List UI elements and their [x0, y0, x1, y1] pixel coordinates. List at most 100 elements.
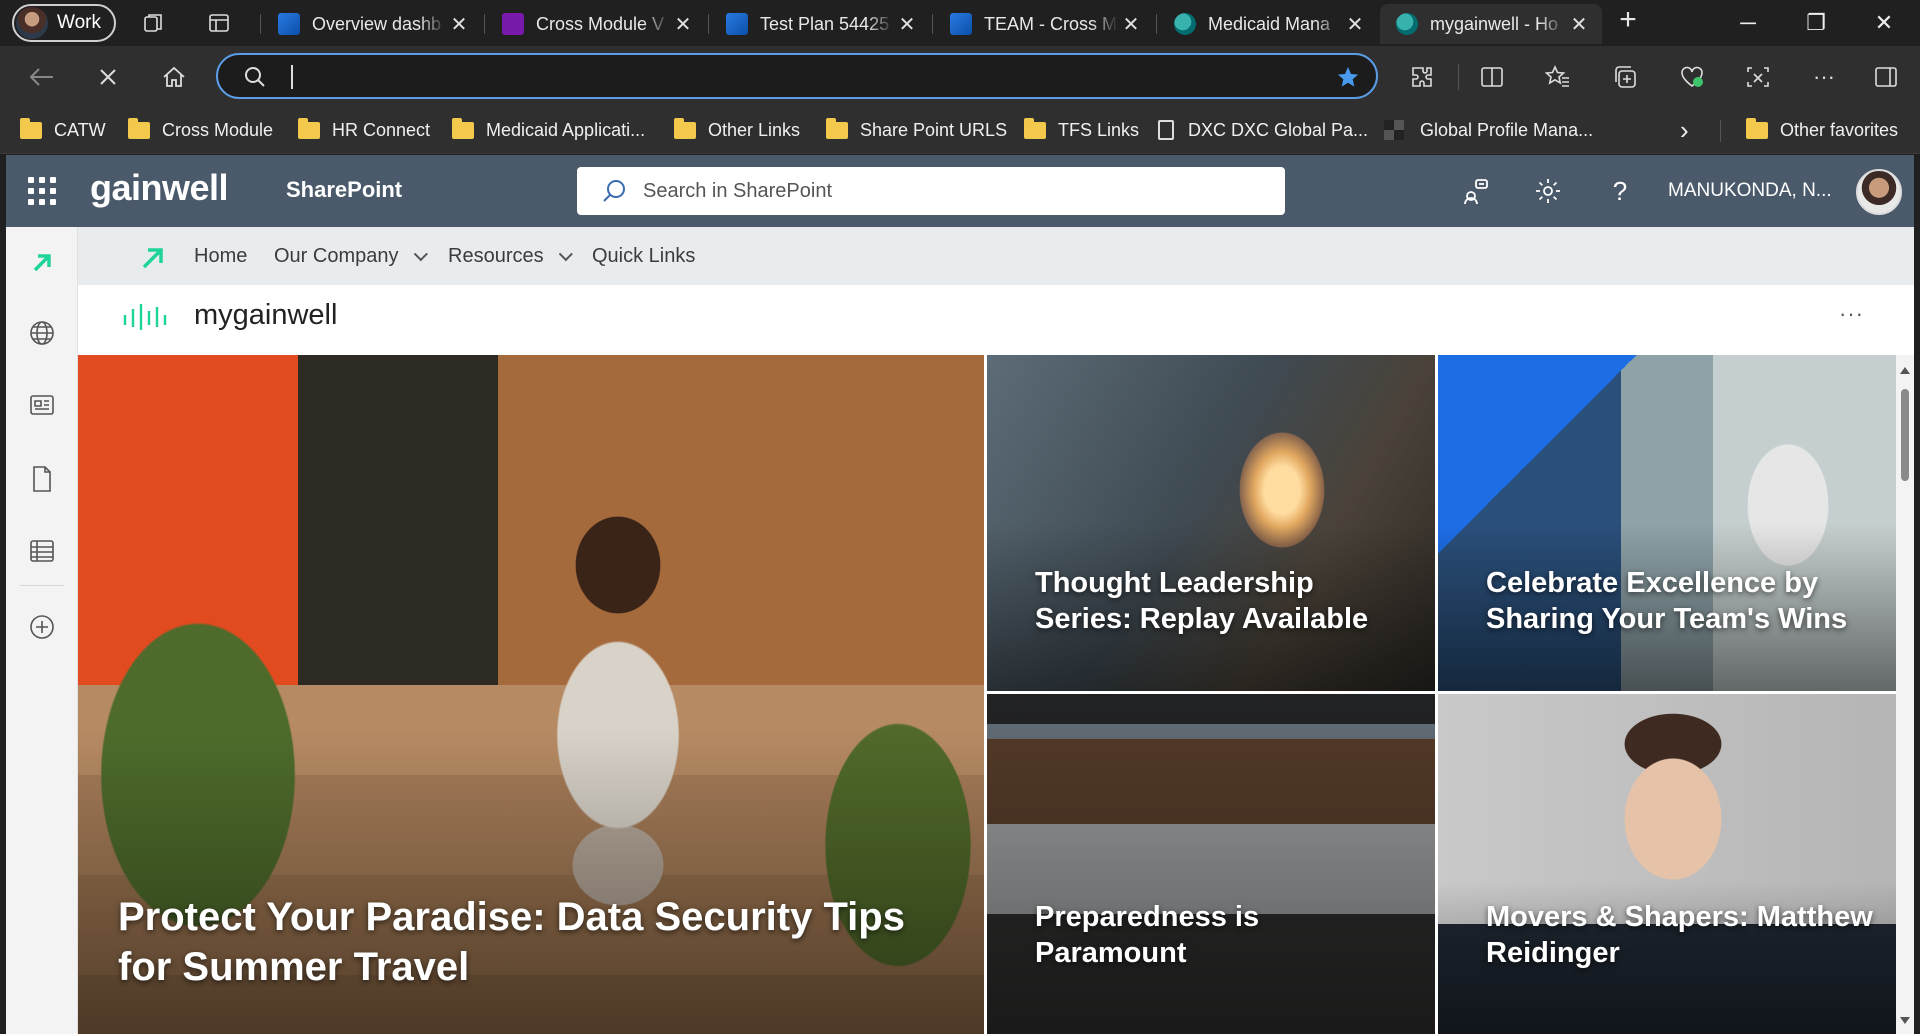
- favorite-catw[interactable]: CATW: [20, 115, 106, 145]
- stop-loading-button[interactable]: [90, 60, 126, 94]
- new-tab-button[interactable]: +: [1614, 3, 1642, 36]
- tab-close-icon[interactable]: ✕: [446, 12, 472, 37]
- scroll-thumb[interactable]: [1901, 389, 1909, 481]
- vertical-tabs-icon[interactable]: [205, 9, 233, 37]
- settings-more-icon[interactable]: ···: [1806, 60, 1842, 94]
- folder-icon: [1746, 117, 1768, 139]
- screenshot-icon[interactable]: [1740, 60, 1776, 94]
- profile-label: Work: [57, 12, 101, 33]
- workspaces-icon[interactable]: [140, 9, 168, 37]
- site-logo-bars-icon[interactable]: [122, 301, 172, 338]
- hero-tile-thought-leadership[interactable]: Thought Leadership Series: Replay Availa…: [987, 355, 1435, 691]
- nav-our-company[interactable]: Our Company: [274, 245, 428, 268]
- hero-tile-title: Celebrate Excellence by Sharing Your Tea…: [1486, 567, 1848, 636]
- favorite-share-point-urls[interactable]: Share Point URLS: [826, 115, 1007, 145]
- favorite-other-favorites[interactable]: Other favorites: [1746, 115, 1898, 145]
- search-box[interactable]: [577, 167, 1285, 215]
- favorites-overflow-chevron-icon[interactable]: ›: [1680, 115, 1689, 145]
- app-launcher-icon[interactable]: [28, 177, 56, 205]
- hub-logo-arrow-icon[interactable]: [140, 245, 166, 276]
- tab-medicaid-management[interactable]: Medicaid Mana ✕: [1158, 4, 1378, 44]
- user-name[interactable]: MANUKONDA, N...: [1668, 180, 1832, 202]
- onenote-icon: [502, 13, 524, 35]
- favorite-dxc-global[interactable]: DXC DXC Global Pa...: [1158, 115, 1368, 145]
- nav-resources[interactable]: Resources: [448, 245, 573, 268]
- tab-close-icon[interactable]: ✕: [670, 12, 696, 37]
- extensions-icon[interactable]: [1404, 60, 1440, 94]
- favorite-hr-connect[interactable]: HR Connect: [298, 115, 430, 145]
- nav-quick-links[interactable]: Quick Links: [592, 245, 695, 268]
- news-icon[interactable]: [24, 387, 60, 423]
- favorites-icon[interactable]: [1540, 60, 1576, 94]
- tab-mygainwell-active[interactable]: mygainwell - Ho ✕: [1380, 4, 1602, 44]
- favorite-cross-module[interactable]: Cross Module: [128, 115, 273, 145]
- tab-separator: [484, 14, 485, 34]
- site-title[interactable]: mygainwell: [194, 299, 337, 332]
- folder-icon: [128, 117, 150, 139]
- page-scrollbar[interactable]: [1896, 355, 1914, 1034]
- profile-button[interactable]: Work: [12, 4, 116, 42]
- nav-home[interactable]: Home: [194, 245, 247, 268]
- favorite-medicaid-applications[interactable]: Medicaid Applicati...: [452, 115, 645, 145]
- sharepoint-icon: [1396, 13, 1418, 35]
- favorite-label: Other favorites: [1780, 119, 1899, 140]
- create-plus-icon[interactable]: [24, 609, 60, 645]
- hero-tile-main[interactable]: Protect Your Paradise: Data Security Tip…: [78, 355, 984, 1034]
- sidebar-toggle-icon[interactable]: [1868, 60, 1904, 94]
- favorite-label: Medicaid Applicati...: [486, 119, 646, 140]
- app-bar: [6, 227, 78, 1034]
- scroll-down-arrow-icon[interactable]: [1900, 1017, 1910, 1024]
- globe-icon[interactable]: [24, 315, 60, 351]
- back-button[interactable]: [24, 60, 60, 94]
- tab-test-plan[interactable]: Test Plan 54425 ✕: [710, 4, 930, 44]
- minimize-button[interactable]: ─: [1722, 6, 1774, 40]
- tab-close-icon[interactable]: ✕: [1118, 12, 1144, 37]
- home-sites-arrow-icon[interactable]: [24, 245, 60, 281]
- more-options-icon[interactable]: ···: [1839, 301, 1864, 327]
- address-input[interactable]: [292, 61, 1292, 93]
- settings-gear-icon[interactable]: [1532, 175, 1564, 207]
- tab-team-cross[interactable]: TEAM - Cross M ✕: [934, 4, 1154, 44]
- tab-overview-dashboard[interactable]: Overview dashb ✕: [262, 4, 482, 44]
- tab-separator: [932, 14, 933, 34]
- files-icon[interactable]: [24, 461, 60, 497]
- split-screen-icon[interactable]: [1474, 60, 1510, 94]
- hero-tile-preparedness[interactable]: Preparedness is Paramount: [987, 694, 1435, 1034]
- favorite-tfs-links[interactable]: TFS Links: [1024, 115, 1139, 145]
- favorites-separator: [1720, 120, 1721, 142]
- favorite-label: HR Connect: [332, 119, 431, 140]
- home-button[interactable]: [156, 60, 192, 94]
- app-icon: [1384, 120, 1404, 140]
- user-avatar[interactable]: [1856, 169, 1902, 215]
- scroll-up-arrow-icon[interactable]: [1900, 367, 1910, 374]
- browser-essentials-icon[interactable]: [1674, 60, 1710, 94]
- favorite-global-profile[interactable]: Global Profile Mana...: [1384, 115, 1593, 145]
- tab-close-icon[interactable]: ✕: [1342, 12, 1368, 37]
- hero-tile-movers-shapers[interactable]: Movers & Shapers: Matthew Reidinger: [1438, 694, 1896, 1034]
- folder-icon: [1024, 117, 1046, 139]
- lists-icon[interactable]: [24, 533, 60, 569]
- tab-close-icon[interactable]: ✕: [894, 12, 920, 37]
- tab-close-icon[interactable]: ✕: [1566, 12, 1592, 37]
- profile-avatar: [16, 7, 48, 39]
- favorite-other-links[interactable]: Other Links: [674, 115, 800, 145]
- restore-button[interactable]: ❐: [1790, 6, 1842, 40]
- collections-icon[interactable]: [1608, 60, 1644, 94]
- app-name[interactable]: SharePoint: [286, 177, 402, 203]
- tab-title: Overview dashb: [312, 13, 442, 34]
- favorite-star-icon[interactable]: [1336, 65, 1360, 89]
- help-icon[interactable]: ?: [1604, 175, 1636, 207]
- favorite-label: Other Links: [708, 119, 801, 140]
- gainwell-logo[interactable]: gainwell: [90, 167, 229, 209]
- tab-separator: [1156, 14, 1157, 34]
- chevron-down-icon: [558, 246, 573, 261]
- close-window-button[interactable]: ✕: [1858, 6, 1910, 40]
- hero-tile-celebrate-excellence[interactable]: Celebrate Excellence by Sharing Your Tea…: [1438, 355, 1896, 691]
- rail-divider: [20, 585, 64, 586]
- address-bar[interactable]: [216, 53, 1378, 99]
- folder-icon: [298, 117, 320, 139]
- tab-title: TEAM - Cross M: [984, 13, 1117, 34]
- search-input[interactable]: [643, 179, 1243, 203]
- connections-icon[interactable]: [1460, 175, 1492, 207]
- tab-cross-module[interactable]: Cross Module V ✕: [486, 4, 706, 44]
